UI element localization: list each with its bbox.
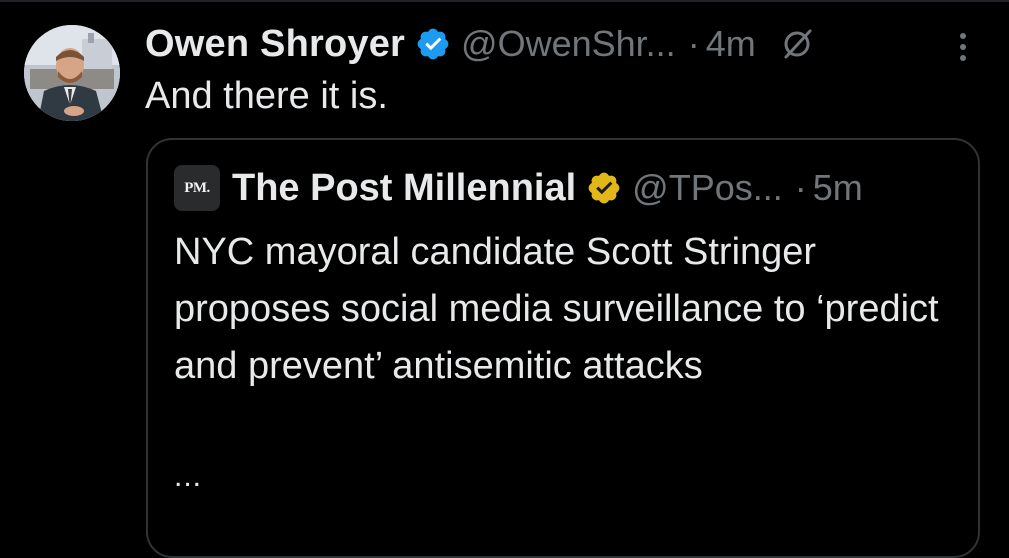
avatar[interactable] <box>24 25 120 121</box>
separator-dot: · <box>687 23 700 64</box>
grok-icon[interactable] <box>780 27 814 61</box>
quote-separator-dot: · <box>794 167 807 208</box>
quote-display-name[interactable]: The Post Millennial <box>232 167 576 210</box>
tweet-header: Owen Shroyer @OwenShr... · 4m <box>145 18 814 70</box>
tweet-text: And there it is. <box>145 75 388 117</box>
quote-avatar[interactable]: PM. <box>174 165 220 211</box>
quote-text: NYC mayoral candidate Scott Stringer pro… <box>174 231 939 387</box>
timestamp[interactable]: 4m <box>706 23 756 65</box>
quote-handle[interactable]: @TPos... <box>632 167 783 209</box>
quote-timestamp[interactable]: 5m <box>813 167 863 209</box>
quote-ellipsis: ... <box>174 460 203 493</box>
gold-verified-badge-icon[interactable] <box>586 170 622 206</box>
display-name[interactable]: Owen Shroyer <box>145 23 405 66</box>
avatar-image <box>24 25 120 121</box>
quote-header: PM. The Post Millennial @TPos... · 5m <box>174 163 863 213</box>
quoted-tweet-card[interactable]: PM. The Post Millennial @TPos... · 5m NY… <box>146 138 980 558</box>
tweet[interactable]: Owen Shroyer @OwenShr... · 4m And there … <box>0 0 1009 558</box>
more-vertical-icon[interactable] <box>953 30 973 64</box>
blue-verified-badge-icon[interactable] <box>415 26 451 62</box>
handle[interactable]: @OwenShr... <box>461 23 676 65</box>
